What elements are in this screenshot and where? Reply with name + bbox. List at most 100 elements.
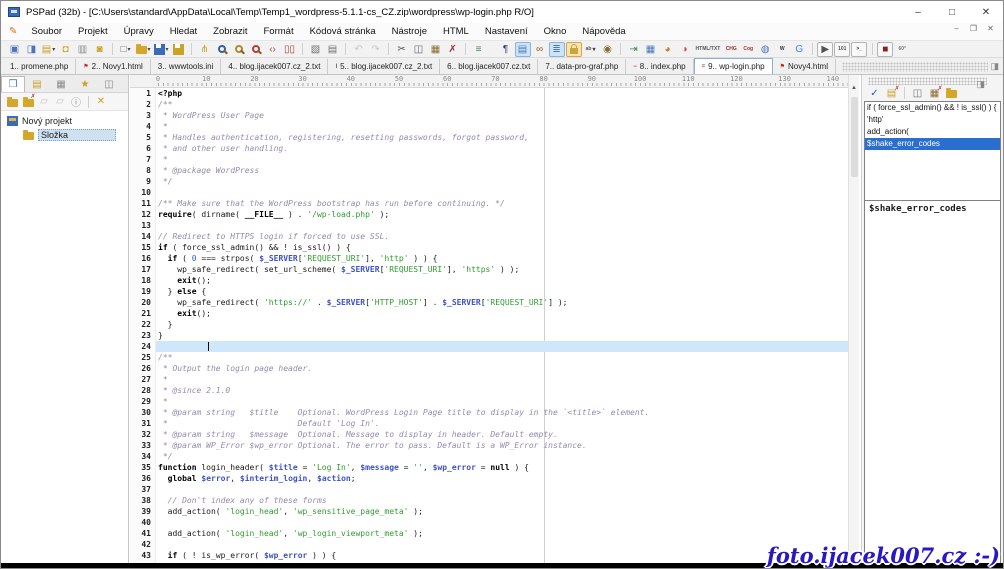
scrollbar-thumb[interactable] (851, 97, 858, 177)
save-all-icon[interactable] (171, 42, 187, 57)
code-line[interactable]: 32 * @param string $message Optional. Me… (130, 429, 848, 440)
code-line[interactable]: 34 */ (130, 451, 848, 462)
project-add-file-icon[interactable]: ▤ (41, 42, 57, 57)
code-line[interactable]: 31 * Default 'Log In'. (130, 418, 848, 429)
tree-item-folder[interactable]: Složka (1, 128, 128, 142)
code-line[interactable]: 11/** Make sure that the WordPress boots… (130, 198, 848, 209)
code-line[interactable]: 20 wp_safe_redirect( 'https://' . $_SERV… (130, 297, 848, 308)
code-line[interactable]: 41 add_action( 'login_head', 'wp_login_v… (130, 528, 848, 539)
tab-1-promene-php[interactable]: 1.. promene.php (3, 59, 76, 74)
code-line[interactable]: 15if ( force_ssl_admin() && ! is_ssl() )… (130, 242, 848, 253)
code-line[interactable]: 33 * @param WP_Error $wp_error Optional.… (130, 440, 848, 451)
code-line[interactable]: 42 (130, 539, 848, 550)
cut-icon[interactable]: ✂ (394, 42, 410, 57)
delete-icon[interactable]: ✗ (445, 42, 461, 57)
code-line[interactable]: 36 global $error, $interim_login, $actio… (130, 473, 848, 484)
search-replace-icon[interactable] (248, 42, 264, 57)
indent-icon[interactable]: ⇥ (626, 42, 642, 57)
code-line[interactable]: 37 (130, 484, 848, 495)
clip-folder-icon[interactable] (944, 86, 960, 101)
copy-clip-icon[interactable]: ◫ (910, 86, 926, 101)
chg-converter-icon[interactable]: CHG (723, 42, 739, 57)
tab-4-blog-ijacek007-cz-2-txt[interactable]: 4.. blog.ijacek007.cz_2.txt (221, 59, 328, 74)
tab-3-wwwtools-ini[interactable]: 3.. wwwtools.ini (151, 59, 222, 74)
cog-converter-icon[interactable]: Cog (740, 42, 756, 57)
tab-2-novy1-html[interactable]: ⚑2.. Novy1.html (76, 59, 151, 74)
clip-item[interactable]: $shake_error_codes (865, 138, 1000, 150)
menu-okno[interactable]: Okno (536, 24, 575, 39)
code-line[interactable]: 25/** (130, 352, 848, 363)
code-line[interactable]: 4 * (130, 121, 848, 132)
code-line[interactable]: 35function login_header( $title = 'Log I… (130, 462, 848, 473)
mdi-close-button[interactable]: ✕ (982, 24, 999, 33)
delete-clip-icon[interactable]: ▤ (884, 86, 900, 101)
code-line[interactable]: 43 if ( ! is_wp_error( $wp_error ) ) { (130, 550, 848, 561)
scroll-up-icon[interactable]: ▲ (849, 75, 859, 91)
minimize-button[interactable]: – (901, 1, 935, 23)
paste-icon[interactable]: ▦ (428, 42, 444, 57)
tab-5-blog-ijacek007-cz-2-txt[interactable]: Ι5.. blog.ijacek007.cz_2.txt (328, 59, 440, 74)
undo-icon[interactable]: ↶ (351, 42, 367, 57)
add-folder-icon[interactable] (5, 94, 20, 109)
clip-item[interactable]: 'http' (865, 114, 1000, 126)
google-search-icon[interactable]: G (791, 42, 807, 57)
code-line[interactable]: 9 */ (130, 176, 848, 187)
read-only-lock-icon[interactable] (566, 42, 582, 57)
info-icon[interactable]: ⓘ (69, 94, 84, 109)
print-icon[interactable]: ▤ (325, 42, 341, 57)
maximize-button[interactable]: □ (935, 1, 969, 23)
spell-check-icon[interactable]: ∞ (532, 42, 548, 57)
clip-item[interactable]: if ( force_ssl_admin() && ! is_ssl() ) { (865, 102, 1000, 114)
tree-item-project-root[interactable]: Nový projekt (1, 114, 128, 128)
close-button[interactable]: ✕ (969, 1, 1003, 23)
project-close-icon[interactable]: ◙ (92, 42, 108, 57)
code-line[interactable]: 13 (130, 220, 848, 231)
tab-overflow-icon[interactable]: ◨ (990, 61, 999, 72)
code-line[interactable]: 14// Redirect to HTTPS login if forced t… (130, 231, 848, 242)
mdi-restore-button[interactable]: ❐ (965, 24, 982, 33)
menu-nastaven-[interactable]: Nastavení (477, 24, 536, 39)
save-file-icon[interactable] (153, 42, 170, 57)
tab-6-blog-ijacek007-cz-txt[interactable]: 6.. blog.ijacek007.cz.txt (440, 59, 538, 74)
menu-form-t[interactable]: Formát (256, 24, 302, 39)
code-line[interactable]: 40 (130, 517, 848, 528)
code-line[interactable]: 27 * (130, 374, 848, 385)
show-formatting-icon[interactable]: ¶ (498, 42, 514, 57)
code-line[interactable]: 8 * @package WordPress (130, 165, 848, 176)
menu-projekt[interactable]: Projekt (70, 24, 116, 39)
stay-on-top-pin-icon[interactable]: ◉ (600, 42, 616, 57)
html-txt-converter-icon[interactable]: HTML/TXT (694, 42, 723, 57)
menu-html[interactable]: HTML (435, 24, 477, 39)
code-line[interactable]: 16 if ( 0 === strpos( $_SERVER['REQUEST_… (130, 253, 848, 264)
project-card-icon[interactable]: ▥ (75, 42, 91, 57)
code-line[interactable]: 6 * and other user handling. (130, 143, 848, 154)
code-line[interactable]: 5 * Handles authentication, registering,… (130, 132, 848, 143)
code-line[interactable]: 23} (130, 330, 848, 341)
code-line[interactable]: 21 exit(); (130, 308, 848, 319)
tools-icon[interactable]: ✕ (94, 94, 109, 109)
code-line[interactable]: 3 * WordPress User Page (130, 110, 848, 121)
code-line[interactable]: 19 } else { (130, 286, 848, 297)
format-view-icon[interactable]: ▤ (515, 42, 531, 57)
code-line[interactable]: 24 (130, 341, 848, 352)
code-line[interactable]: 30 * @param string $title Optional. Word… (130, 407, 848, 418)
tab-7-data-pro-graf-php[interactable]: 7.. data-pro-graf.php (538, 59, 626, 74)
paste-clip-icon[interactable]: ▦ (927, 86, 943, 101)
palette-icon[interactable]: ◑ (677, 42, 693, 57)
browser-preview-icon[interactable]: ◍ (757, 42, 773, 57)
code-line[interactable]: 22 } (130, 319, 848, 330)
code-line[interactable]: 38 // Don't index any of these forms (130, 495, 848, 506)
search-icon[interactable] (214, 42, 230, 57)
code-structure-icon[interactable]: ⋔ (197, 42, 213, 57)
menu-soubor[interactable]: Soubor (23, 24, 70, 39)
editor-vertical-scrollbar[interactable]: ▲ (848, 75, 859, 568)
degrees-converter-icon[interactable]: 60° (894, 42, 910, 57)
code-line[interactable]: 1<?php (130, 88, 848, 99)
project-save-icon[interactable]: ◘ (58, 42, 74, 57)
pie-chart-icon[interactable]: ◕ (660, 42, 676, 57)
panel-tab-project[interactable]: ❒ (1, 76, 25, 92)
code-line[interactable]: 29 * (130, 396, 848, 407)
menu-n-pov-da[interactable]: Nápověda (574, 24, 633, 39)
clip-preview[interactable]: $shake_error_codes (864, 200, 1001, 566)
tab-novy4-html[interactable]: ⚑Novy4.html (773, 59, 836, 74)
